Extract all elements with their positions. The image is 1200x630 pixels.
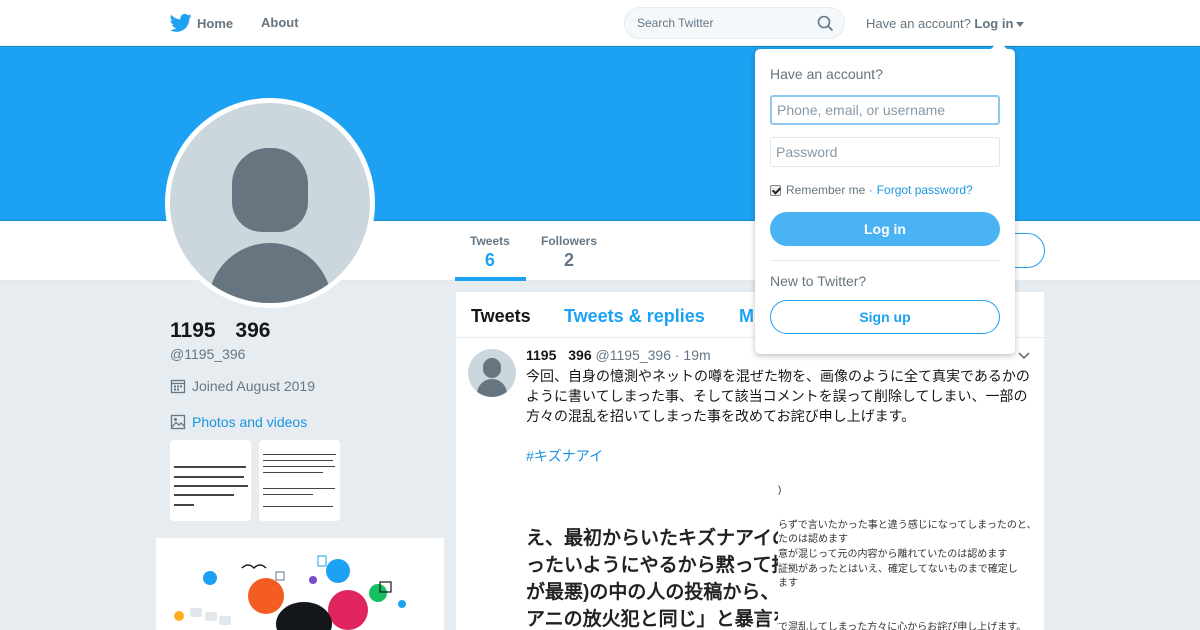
stat-tweets-label: Tweets (470, 234, 510, 248)
stat-followers-label: Followers (541, 234, 598, 248)
chevron-down-icon[interactable] (1018, 352, 1030, 360)
media-text-line: らずで言いたかった事と違う感じになってしまったのと、 (778, 520, 1037, 531)
divider (770, 260, 1000, 261)
tab-media[interactable]: M (739, 306, 754, 327)
photo-icon (170, 414, 186, 430)
media-text-line: ます (778, 578, 798, 589)
media-thumbnail[interactable] (170, 440, 251, 521)
tab-tweets-replies[interactable]: Tweets & replies (564, 306, 705, 327)
media-text-line: ったいようにやるから黙って推 (526, 555, 778, 576)
nav-home[interactable]: Home (170, 0, 233, 46)
tweet-media-image[interactable]: ) らずで言いたかった事と違う感じになってしまったのと、 たのは認めます 意が混… (778, 480, 1038, 630)
media-text-line: 証拠があったとはいえ、確定してないものまで確定し (778, 564, 1018, 575)
tweet-header: 1195 396 @1195_396 · 19m (526, 347, 711, 363)
joined-text: Joined August 2019 (192, 378, 315, 394)
stat-tweets-value: 6 (484, 250, 495, 270)
login-toggle[interactable]: Have an account? Log in (866, 16, 1025, 31)
stat-followers-value: 2 (564, 250, 575, 270)
username-field[interactable] (770, 95, 1000, 125)
dropdown-arrow (991, 41, 1007, 49)
search-icon[interactable] (817, 15, 834, 32)
remember-me-checkbox[interactable] (770, 184, 781, 196)
media-text-line: アニの放火犯と同じ」と暴言を (526, 609, 778, 630)
photos-videos-link[interactable]: Photos and videos (170, 414, 307, 430)
nav-home-label: Home (197, 15, 234, 31)
promo-illustration (174, 555, 406, 630)
signup-promo-card[interactable] (156, 538, 444, 630)
media-text-line: が最悪)の中の人の投稿から、4 (526, 582, 778, 603)
tweet-timestamp[interactable]: · 19m (675, 347, 711, 363)
active-stat-indicator (455, 277, 526, 281)
signup-button[interactable]: Sign up (770, 300, 1000, 334)
joined-date: Joined August 2019 (170, 378, 315, 394)
profile-name[interactable]: 1195 396 (170, 319, 270, 343)
search-input[interactable]: Search Twitter (624, 7, 845, 39)
chevron-down-icon (1016, 22, 1025, 28)
stat-tweets[interactable]: Tweets 6 (470, 234, 510, 271)
dropdown-title: Have an account? (770, 66, 883, 82)
tab-tweets[interactable]: Tweets (471, 306, 531, 327)
remember-me-label[interactable]: Remember me · (786, 183, 873, 197)
tweet-author-handle[interactable]: @1195_396 (596, 347, 671, 363)
password-field[interactable] (770, 137, 1000, 167)
stat-followers[interactable]: Followers 2 (541, 234, 597, 271)
photos-videos-label: Photos and videos (192, 414, 308, 430)
tweet-hashtag[interactable]: #キズナアイ (526, 446, 603, 466)
media-text-line: え、最初からいたキズナアイの (526, 528, 778, 549)
remember-me-row: Remember me · Forgot password? (770, 183, 973, 197)
login-link[interactable]: Log in (974, 16, 1013, 31)
media-text-line: 意が混じって元の内容から離れていたのは認めます (778, 549, 1008, 560)
media-text-line: たのは認めます (778, 534, 848, 545)
tweet-author-name[interactable]: 1195 396 (526, 347, 592, 363)
login-button[interactable]: Log in (770, 212, 1000, 246)
media-thumbnail[interactable] (259, 440, 340, 521)
media-text-line: ) (778, 485, 782, 496)
top-nav: Home About Search Twitter Have an accoun… (0, 0, 1200, 46)
login-dropdown: Have an account? Remember me · Forgot pa… (755, 41, 1015, 354)
calendar-icon (170, 379, 186, 394)
twitter-bird-icon (170, 13, 192, 32)
media-text-line: で混乱してしまった方々に心からお詫び申し上げます。 (778, 622, 1027, 630)
tweet-media-image[interactable]: え、最初からいたキズナアイの ったいようにやるから黙って推 が最悪)の中の人の投… (526, 517, 778, 630)
profile-handle: @1195_396 (170, 346, 246, 362)
default-avatar-icon (170, 103, 370, 303)
forgot-password-link[interactable]: Forgot password? (877, 183, 973, 197)
profile-avatar[interactable] (165, 98, 375, 308)
tweet-text: 今回、自身の憶測やネットの噂を混ぜた物を、画像のように全て真実であるかのように書… (526, 368, 1030, 424)
search-placeholder: Search Twitter (637, 16, 714, 30)
nav-about[interactable]: About (261, 0, 299, 46)
tweet-avatar[interactable] (468, 349, 516, 397)
have-account-text: Have an account? (866, 16, 971, 31)
new-to-twitter-text: New to Twitter? (770, 273, 867, 289)
